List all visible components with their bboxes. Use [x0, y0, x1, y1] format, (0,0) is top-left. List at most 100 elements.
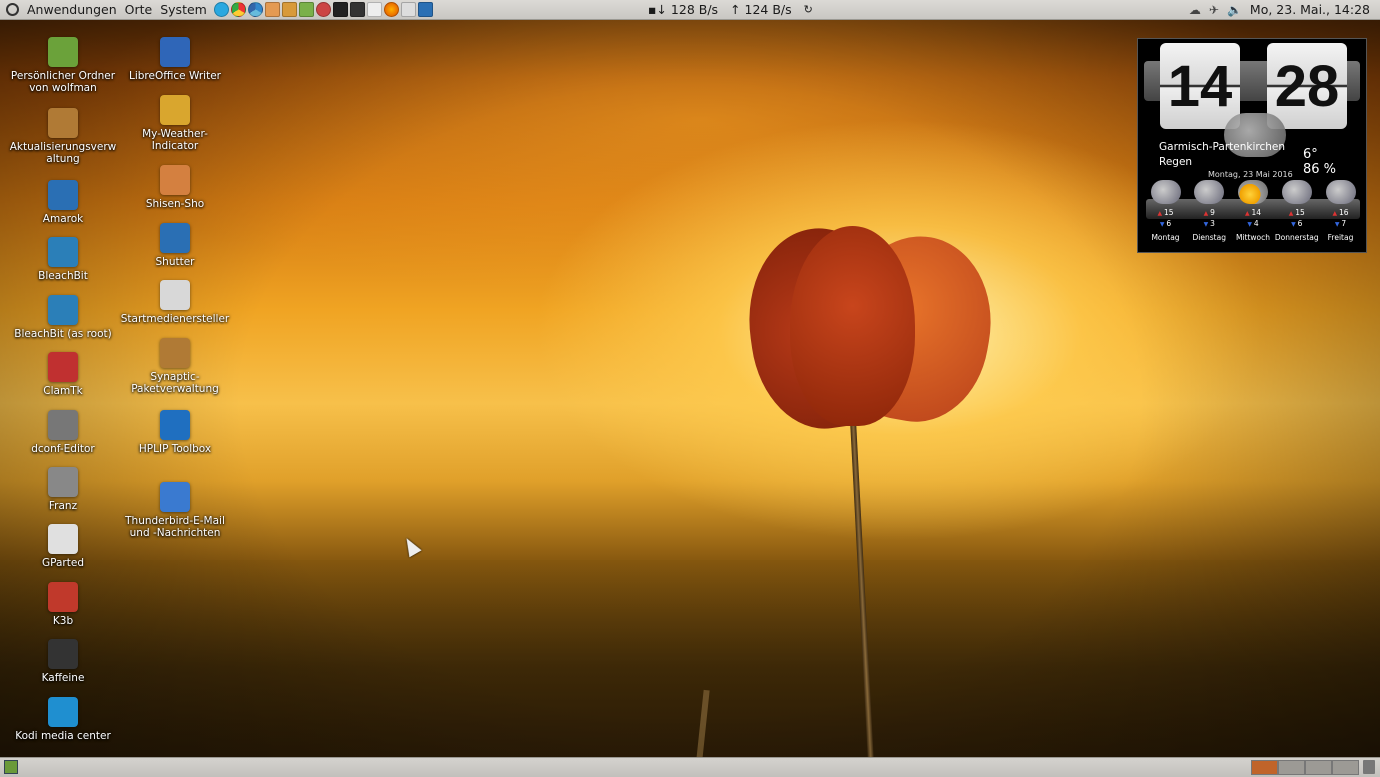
- forecast-day-name: Freitag: [1327, 233, 1354, 242]
- snow-icon: [1150, 180, 1181, 204]
- desktop-icon-label: GParted: [42, 557, 84, 569]
- forecast-high: 15: [1289, 208, 1305, 219]
- desktop-icon-label: ClamTk: [43, 385, 83, 397]
- desktop-icon-franz[interactable]: Franz: [7, 467, 119, 513]
- forecast-low: 6: [1291, 219, 1303, 230]
- desktop-icon-amarok[interactable]: Amarok: [7, 180, 119, 226]
- desktop-icon-label: dconf-Editor: [31, 443, 95, 455]
- desktop-icon-libreoffice-writer[interactable]: LibreOffice Writer: [119, 37, 231, 83]
- desktop-icon-home-folder[interactable]: Persönlicher Ordner von wolfman: [7, 37, 119, 94]
- desktop-icon-kodi[interactable]: Kodi media center: [7, 697, 119, 743]
- desktop-icon-shisen-sho[interactable]: Shisen-Sho: [119, 165, 231, 211]
- clock-datetime[interactable]: Mo, 23. Mai., 14:28: [1250, 2, 1370, 17]
- desktop-icon-clamtk[interactable]: ClamTk: [7, 352, 119, 398]
- audio-icon[interactable]: [298, 2, 314, 17]
- desktop-icon-bleachbit-root[interactable]: BleachBit (as root): [7, 295, 119, 341]
- forecast-day-name: Donnerstag: [1274, 233, 1319, 242]
- sun-cloud-icon: [1238, 180, 1268, 204]
- shisen-icon[interactable]: [264, 2, 280, 17]
- libreoffice-writer-icon: [160, 37, 190, 67]
- gparted-icon: [48, 524, 78, 554]
- kodi-icon: [48, 697, 78, 727]
- refresh-icon[interactable]: ↻: [804, 3, 813, 16]
- workspace-4[interactable]: [1332, 760, 1359, 775]
- desktop-icon-label: HPLIP Toolbox: [138, 443, 212, 455]
- screen-icon[interactable]: [400, 2, 416, 17]
- weather-date: Montag, 23 Mai 2016: [1208, 170, 1293, 179]
- desktop-icon-bleachbit[interactable]: BleachBit: [7, 237, 119, 283]
- city-name: Garmisch-Partenkirchen: [1159, 141, 1286, 153]
- window-icon[interactable]: [366, 2, 382, 17]
- workspace-switcher: [1251, 760, 1359, 775]
- my-weather-indicator-icon: [160, 95, 190, 125]
- desktop-icon-label: Amarok: [42, 213, 84, 225]
- net-down: ▪↓ 128 B/s: [648, 2, 719, 17]
- net-speed-indicator[interactable]: ▪↓ 128 B/s ↑ 124 B/s ↻: [648, 0, 813, 19]
- skype-icon[interactable]: [213, 2, 229, 17]
- forecast-high: 15: [1157, 208, 1174, 219]
- forecast-day: 167 Freitag: [1319, 180, 1362, 243]
- desktop-icon-synaptic[interactable]: Synaptic- Paketverwaltung: [119, 338, 231, 395]
- workspace-1[interactable]: [1251, 760, 1278, 775]
- forecast-day: 144 Mittwoch: [1232, 180, 1275, 243]
- desktop-icon-label: K3b: [52, 615, 74, 627]
- menu-applications[interactable]: Anwendungen: [23, 0, 121, 19]
- shutter-icon[interactable]: [417, 2, 433, 17]
- show-desktop-icon[interactable]: [4, 760, 18, 774]
- desktop-icon-kaffeine[interactable]: Kaffeine: [7, 639, 119, 685]
- dconf-editor-icon: [48, 410, 78, 440]
- temperature: 6°: [1303, 147, 1318, 162]
- terminal-icon[interactable]: [332, 2, 348, 17]
- flower-icon[interactable]: [281, 2, 297, 17]
- desktop-icon-label: Franz: [48, 500, 78, 512]
- kaffeine-icon: [48, 639, 78, 669]
- bottom-panel: [0, 757, 1380, 777]
- desktop-icon-my-weather-indicator[interactable]: My-Weather- Indicator: [119, 95, 231, 152]
- ubuntu-logo-icon[interactable]: [6, 3, 19, 16]
- shisen-sho-icon: [160, 165, 190, 195]
- franz-icon: [48, 467, 78, 497]
- startup-disk-creator-icon: [160, 280, 190, 310]
- desktop-icon-update-manager[interactable]: Aktualisierungsverw altung: [7, 108, 119, 165]
- net-up: ↑ 124 B/s: [730, 2, 792, 17]
- desktop-icon-hplip-toolbox[interactable]: HPLIP Toolbox: [119, 410, 231, 456]
- firefox-icon[interactable]: [383, 2, 399, 17]
- bleachbit-icon: [48, 237, 78, 267]
- desktop-icon-label: Persönlicher Ordner von wolfman: [10, 70, 116, 94]
- clock-minute: 28: [1267, 43, 1347, 129]
- volume-icon[interactable]: 🔈: [1227, 3, 1242, 17]
- weather-location: Garmisch-Partenkirchen Regen: [1159, 140, 1285, 170]
- weather-icon[interactable]: ☁: [1189, 3, 1201, 17]
- menu-places[interactable]: Orte: [121, 0, 157, 19]
- forecast-high: 16: [1332, 208, 1349, 219]
- desktop-icon-startup-disk-creator[interactable]: Startmedienersteller: [119, 280, 231, 326]
- weather-condition: Regen: [1159, 156, 1193, 168]
- desktop-icon-label: BleachBit: [38, 270, 88, 282]
- ring-icon[interactable]: [315, 2, 331, 17]
- chrome-icon[interactable]: [230, 2, 246, 17]
- trash-icon[interactable]: [1363, 760, 1375, 774]
- home-folder-icon: [48, 37, 78, 67]
- desktop-icon-label: Startmedienersteller: [120, 313, 230, 325]
- chrome-beta-icon[interactable]: [247, 2, 263, 17]
- desktop-icon-shutter[interactable]: Shutter: [119, 223, 231, 269]
- clock-weather-widget[interactable]: 14 28 Garmisch-Partenkirchen Regen Monta…: [1137, 38, 1367, 253]
- top-panel: Anwendungen Orte System ▪↓ 128 B/s ↑ 124…: [0, 0, 1380, 20]
- bleachbit-root-icon: [48, 295, 78, 325]
- workspace-3[interactable]: [1305, 760, 1332, 775]
- network-icon[interactable]: ✈: [1209, 3, 1219, 17]
- desktop-icon-gparted[interactable]: GParted: [7, 524, 119, 570]
- desktop-icon-dconf-editor[interactable]: dconf-Editor: [7, 410, 119, 456]
- menu-system[interactable]: System: [156, 0, 211, 19]
- forecast-day-name: Dienstag: [1192, 233, 1226, 242]
- update-manager-icon: [48, 108, 78, 138]
- desktop-icon-label: Thunderbird-E-Mail und -Nachrichten: [125, 515, 225, 539]
- rain-icon: [1325, 180, 1356, 204]
- forecast-row: 156Montag93Dienstag144Mittwoch156Donners…: [1144, 180, 1362, 243]
- desktop-icon-k3b[interactable]: K3b: [7, 582, 119, 628]
- desktop-icon-thunderbird[interactable]: Thunderbird-E-Mail und -Nachrichten: [119, 482, 231, 539]
- forecast-low: 3: [1204, 219, 1215, 230]
- workspace-2[interactable]: [1278, 760, 1305, 775]
- monitor-icon[interactable]: [349, 2, 365, 17]
- forecast-day-name: Montag: [1151, 233, 1180, 242]
